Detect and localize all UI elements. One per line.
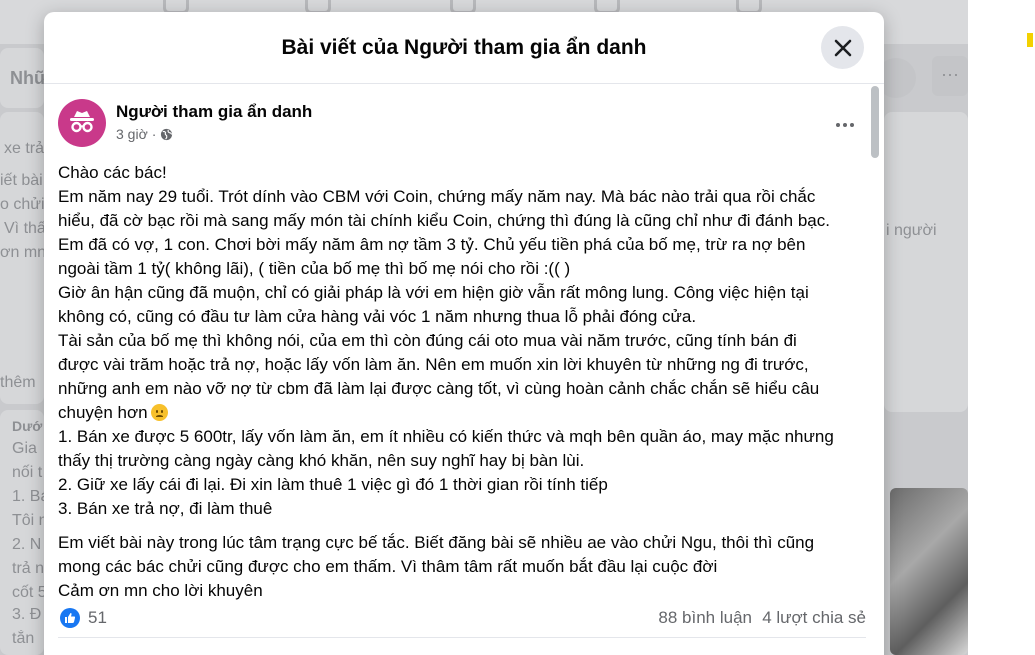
scrollbar[interactable] <box>870 86 880 655</box>
background-text: Nhữ <box>10 68 44 88</box>
more-options-dot <box>843 123 847 127</box>
post-line: được vài trăm hoặc trả nợ, hoặc lấy vốn … <box>58 355 809 374</box>
scrollbar-thumb[interactable] <box>871 86 879 158</box>
more-options-button[interactable] <box>830 115 860 135</box>
background-text: 3. Đ <box>12 606 42 623</box>
post-line: những anh em nào vỡ nợ từ cbm đã làm lại… <box>58 379 820 398</box>
modal-title: Bài viết của Người tham gia ẩn danh <box>281 35 647 59</box>
post-stats: 51 88 bình luận 4 lượt chia sẻ <box>58 606 866 638</box>
background-text: xe trả <box>4 140 44 157</box>
background-text: cốt 5 <box>12 584 44 601</box>
comment-count[interactable]: 88 bình luận <box>658 608 752 628</box>
background-text: tắn <box>12 630 35 647</box>
avatar[interactable] <box>58 99 106 147</box>
background-text: 1. Bá <box>12 488 44 505</box>
post-header: Người tham gia ẩn danh 3 giờ · <box>58 99 858 149</box>
close-button[interactable] <box>821 26 864 69</box>
post-line: Tài sản của bố mẹ thì không nói, của em … <box>58 331 797 350</box>
post-line: thấy thị trường càng ngày càng khó khăn,… <box>58 451 585 470</box>
post-line: Em năm nay 29 tuổi. Trót dính vào CBM vớ… <box>58 187 816 206</box>
anonymous-icon <box>70 111 94 133</box>
background-image <box>890 488 968 655</box>
post-line: ngoài tầm 1 tỷ( không lãi), ( tiền của b… <box>58 259 571 278</box>
page-margin <box>968 0 1035 655</box>
author-name[interactable]: Người tham gia ẩn danh <box>116 102 312 122</box>
post-line: Cảm ơn mn cho lời khuyên <box>58 581 263 600</box>
background-text: iết bài <box>0 172 43 189</box>
sad-face-icon <box>150 404 168 421</box>
post-line: Chào các bác! <box>58 163 167 182</box>
close-icon <box>834 39 851 56</box>
modal-header: Bài viết của Người tham gia ẩn danh <box>44 12 884 84</box>
background-text: Vì thấ <box>4 220 44 237</box>
post-body: Chào các bác! Em năm nay 29 tuổi. Trót d… <box>58 161 866 603</box>
reaction-count[interactable]: 51 <box>88 608 107 628</box>
background-text: Gia <box>12 440 37 457</box>
background-text: thêm <box>0 374 36 391</box>
post-line: Giờ ân hận cũng đã muộn, chỉ có giải phá… <box>58 283 809 302</box>
more-options-icon <box>836 123 840 127</box>
post-meta: 3 giờ · <box>116 126 173 142</box>
post-line-text: chuyện hơn <box>58 403 148 422</box>
background-more-icon: ··· <box>932 56 968 96</box>
post-time[interactable]: 3 giờ <box>116 126 148 142</box>
globe-icon[interactable] <box>160 128 173 141</box>
share-count[interactable]: 4 lượt chia sẻ <box>762 608 866 628</box>
post-line: chuyện hơn <box>58 401 866 425</box>
post-line: Em viết bài này trong lúc tâm trạng cực … <box>58 533 815 552</box>
post-line: không có, cũng có đầu tư làm cửa hàng vả… <box>58 307 697 326</box>
post: Người tham gia ẩn danh 3 giờ · Chào các … <box>44 85 870 655</box>
background-text: nối t <box>12 464 43 481</box>
background-text: trả n <box>12 560 44 577</box>
yellow-marker <box>1027 33 1033 47</box>
post-line: Em đã có vợ, 1 con. Chơi bời mấy năm âm … <box>58 235 806 254</box>
post-modal: Bài viết của Người tham gia ẩn danh Ngườ… <box>44 12 884 655</box>
meta-separator: · <box>151 126 157 142</box>
background-card <box>884 112 968 412</box>
post-line: 2. Giữ xe lấy cái đi lại. Đi xin làm thu… <box>58 475 608 494</box>
background-text: ơn mn <box>0 244 44 261</box>
background-text: o chửi <box>0 196 44 213</box>
post-line: hiểu, đã cờ bạc rồi mà sang mấy món tài … <box>58 211 830 230</box>
more-options-dot <box>850 123 854 127</box>
like-icon[interactable] <box>60 608 80 628</box>
background-text: Tôi n <box>12 512 44 529</box>
thumbs-up-icon <box>65 613 76 623</box>
post-line: 3. Bán xe trả nợ, đi làm thuê <box>58 499 273 518</box>
background-text: i người <box>886 222 937 239</box>
background-text: Dướ <box>12 418 43 434</box>
post-line: 1. Bán xe được 5 600tr, lấy vốn làm ăn, … <box>58 427 834 446</box>
background-text: 2. N <box>12 536 42 553</box>
post-line: mong các bác chửi cũng được cho em thấm.… <box>58 557 718 576</box>
